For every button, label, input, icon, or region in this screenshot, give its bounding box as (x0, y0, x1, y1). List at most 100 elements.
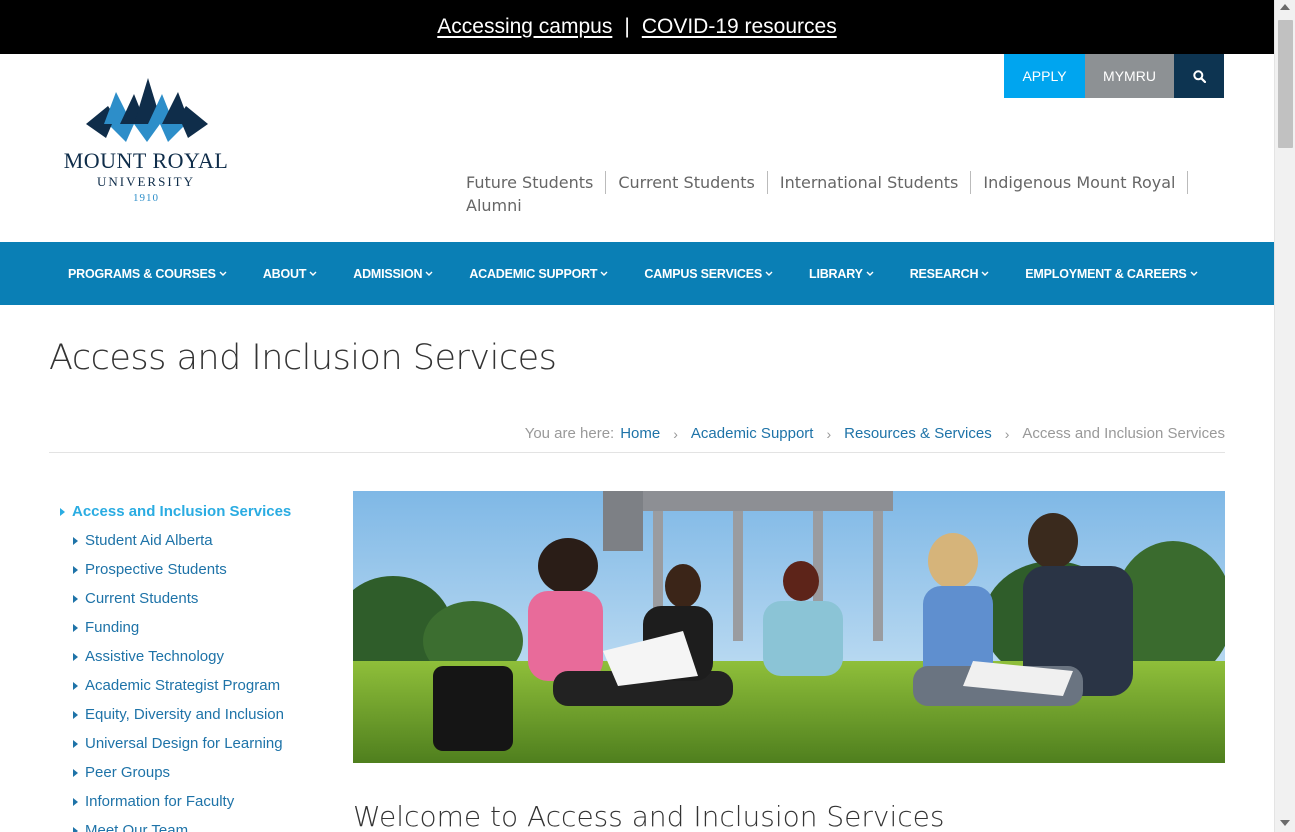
chevron-down-icon (425, 271, 433, 276)
scrollbar-thumb[interactable] (1278, 20, 1293, 148)
sidebar-item-information-faculty[interactable]: Information for Faculty (60, 787, 291, 816)
chevron-down-icon (765, 271, 773, 276)
sidebar-item-label: Equity, Diversity and Inclusion (85, 706, 284, 723)
nav-label: EMPLOYMENT & CAREERS (1025, 266, 1187, 281)
hero-photo (353, 491, 1225, 763)
scroll-down-arrow-icon[interactable] (1280, 820, 1290, 826)
breadcrumb-divider (49, 452, 1225, 453)
caret-right-icon (73, 565, 78, 574)
mru-logo[interactable]: MOUNT ROYAL UNIVERSITY 1910 (50, 78, 242, 208)
breadcrumb-label: You are here: (524, 425, 615, 442)
breadcrumb-academic-support[interactable]: Academic Support (691, 425, 814, 442)
sidebar-item-label: Assistive Technology (85, 648, 224, 665)
caret-right-icon (73, 623, 78, 632)
main-nav: PROGRAMS & COURSES ABOUT ADMISSION ACADE… (0, 242, 1274, 305)
caret-right-icon (73, 739, 78, 748)
nav-label: ACADEMIC SUPPORT (469, 266, 598, 281)
breadcrumb-current: Access and Inclusion Services (1022, 425, 1225, 442)
logo-year: 1910 (133, 192, 159, 204)
scroll-up-arrow-icon[interactable] (1280, 4, 1290, 10)
search-icon (1192, 69, 1206, 83)
caret-right-icon (73, 768, 78, 777)
nav-research[interactable]: RESEARCH (892, 267, 1008, 281)
audience-link-alumni[interactable]: Alumni (466, 194, 1226, 217)
sidebar-item-student-aid-alberta[interactable]: Student Aid Alberta (60, 526, 291, 555)
sidebar-item-universal-design[interactable]: Universal Design for Learning (60, 729, 291, 758)
page-title: Access and Inclusion Services (49, 338, 557, 378)
nav-label: ADMISSION (353, 266, 423, 281)
nav-admission[interactable]: ADMISSION (335, 267, 451, 281)
search-button[interactable] (1174, 54, 1224, 98)
alert-separator: | (624, 15, 630, 38)
nav-programs-courses[interactable]: PROGRAMS & COURSES (50, 267, 245, 281)
caret-right-icon (60, 507, 65, 516)
apply-button[interactable]: APPLY (1004, 54, 1085, 98)
sidebar-item-label: Academic Strategist Program (85, 677, 281, 694)
nav-academic-support[interactable]: ACADEMIC SUPPORT (451, 267, 626, 281)
audience-link-indigenous-mount-royal[interactable]: Indigenous Mount Royal (971, 171, 1189, 194)
sidebar-item-meet-our-team[interactable]: Meet Our Team (60, 816, 291, 832)
audience-link-future-students[interactable]: Future Students (466, 171, 607, 194)
nav-label: RESEARCH (909, 266, 979, 281)
sidebar-item-label: Funding (85, 619, 140, 636)
sidebar-item-label: Current Students (85, 590, 199, 607)
caret-right-icon (73, 536, 78, 545)
nav-employment-careers[interactable]: EMPLOYMENT & CAREERS (1007, 267, 1215, 281)
chevron-down-icon (1190, 271, 1198, 276)
nav-label: CAMPUS SERVICES (644, 266, 763, 281)
students-on-lawn-image (353, 491, 1225, 763)
audience-link-international-students[interactable]: International Students (768, 171, 972, 194)
caret-right-icon (73, 710, 78, 719)
nav-about[interactable]: ABOUT (245, 267, 335, 281)
sidebar-item-assistive-technology[interactable]: Assistive Technology (60, 642, 291, 671)
logo-wordmark-line1: MOUNT ROYAL (63, 148, 229, 173)
chevron-down-icon (981, 271, 989, 276)
sidebar-item-equity-diversity[interactable]: Equity, Diversity and Inclusion (60, 700, 291, 729)
chevron-right-icon: › (673, 425, 678, 442)
caret-right-icon (73, 797, 78, 806)
audience-nav: Future Students Current Students Internati… (466, 171, 1226, 217)
sidebar-item-prospective-students[interactable]: Prospective Students (60, 555, 291, 584)
sidebar-item-label: Universal Design for Learning (85, 735, 283, 752)
sidebar-item-label: Peer Groups (85, 764, 171, 781)
nav-label: ABOUT (262, 266, 307, 281)
caret-right-icon (73, 681, 78, 690)
sidebar-item-label: Access and Inclusion Services (72, 503, 292, 520)
nav-label: PROGRAMS & COURSES (68, 266, 216, 281)
sidebar-item-label: Prospective Students (85, 561, 227, 578)
sidebar-item-label: Meet Our Team (85, 822, 189, 832)
sidebar-item-label: Information for Faculty (85, 793, 235, 810)
sidebar-item-funding[interactable]: Funding (60, 613, 291, 642)
chevron-right-icon: › (826, 425, 832, 442)
utility-nav: APPLY MYMRU (1004, 54, 1224, 98)
chevron-down-icon (219, 271, 227, 276)
welcome-heading: Welcome to Access and Inclusion Services (353, 800, 945, 832)
breadcrumb-resources-services[interactable]: Resources & Services (844, 425, 992, 442)
caret-right-icon (73, 652, 78, 661)
mymru-button[interactable]: MYMRU (1085, 54, 1174, 98)
caret-right-icon (73, 826, 78, 832)
mru-mountain-logo-icon (86, 78, 208, 142)
accessing-campus-link[interactable]: Accessing campus (437, 15, 612, 39)
logo-wordmark-line2: UNIVERSITY (97, 174, 195, 189)
section-sidebar-nav: Access and Inclusion Services Student Ai… (60, 497, 291, 832)
chevron-down-icon (309, 271, 317, 276)
sidebar-item-label: Student Aid Alberta (85, 532, 213, 549)
chevron-down-icon (600, 271, 608, 276)
nav-campus-services[interactable]: CAMPUS SERVICES (626, 267, 791, 281)
breadcrumb: You are here: Home › Academic Support › … (525, 425, 1225, 442)
audience-link-current-students[interactable]: Current Students (606, 171, 768, 194)
sidebar-item-access-inclusion[interactable]: Access and Inclusion Services (60, 497, 291, 526)
chevron-down-icon (866, 271, 874, 276)
nav-library[interactable]: LIBRARY (791, 267, 892, 281)
covid-resources-link[interactable]: COVID-19 resources (642, 15, 837, 39)
breadcrumb-home[interactable]: Home (620, 425, 660, 442)
alert-bar: Accessing campus | COVID-19 resources (0, 0, 1274, 54)
sidebar-item-peer-groups[interactable]: Peer Groups (60, 758, 291, 787)
sidebar-item-academic-strategist[interactable]: Academic Strategist Program (60, 671, 291, 700)
chevron-right-icon: › (1004, 425, 1010, 442)
nav-label: LIBRARY (809, 266, 863, 281)
page-scrollbar[interactable] (1274, 0, 1295, 832)
sidebar-item-current-students[interactable]: Current Students (60, 584, 291, 613)
caret-right-icon (73, 594, 78, 603)
